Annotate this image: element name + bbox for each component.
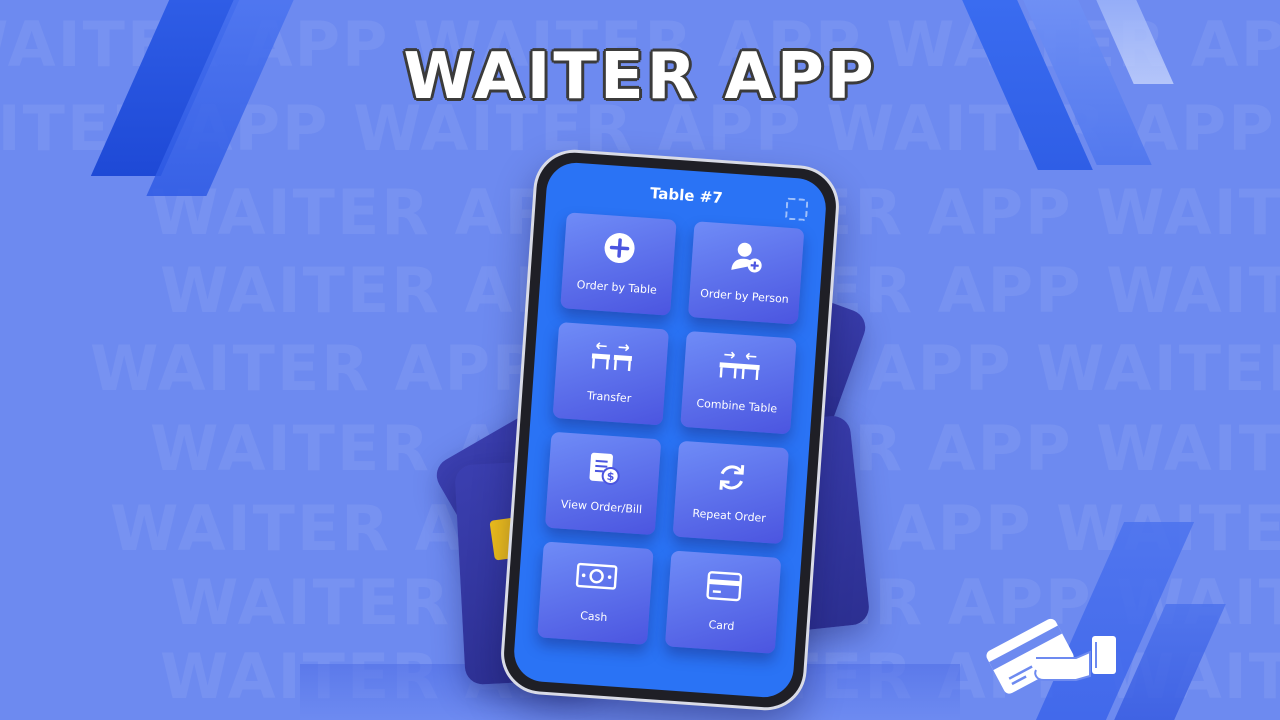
combine-table-button[interactable]: Combine Table (680, 330, 797, 435)
tile-label: Combine Table (696, 396, 778, 416)
tile-label: Repeat Order (692, 506, 767, 525)
view-order-bill-button[interactable]: $ View Order/Bill (544, 431, 662, 536)
tile-label: Card (708, 618, 735, 633)
bill-icon: $ (548, 448, 660, 490)
tile-label: Cash (579, 609, 608, 625)
tile-label: View Order/Bill (560, 497, 643, 517)
phone-screen: Table #7 Order by Table Order by Person (512, 160, 828, 700)
transfer-button[interactable]: Transfer (552, 322, 669, 426)
action-grid: Order by Table Order by Person Transfer … (537, 212, 805, 654)
repeat-order-button[interactable]: Repeat Order (672, 440, 790, 545)
svg-text:$: $ (606, 470, 615, 484)
tile-label: Order by Person (699, 286, 790, 306)
card-button[interactable]: Card (664, 550, 782, 654)
cash-button[interactable]: Cash (537, 541, 654, 645)
credit-card-icon (668, 566, 780, 606)
refresh-icon (676, 457, 788, 499)
phone-mockup: Table #7 Order by Table Order by Person (501, 150, 839, 710)
page-title: WAITER APP (403, 40, 877, 114)
screen-title: Table #7 (649, 184, 724, 208)
tile-label: Transfer (586, 389, 632, 406)
plus-circle-icon (564, 228, 676, 268)
add-person-icon (691, 237, 803, 277)
combine-tables-icon (684, 347, 796, 385)
card-payment-icon (984, 608, 1124, 698)
order-by-person-button[interactable]: Order by Person (687, 221, 805, 325)
scan-icon[interactable] (784, 197, 809, 222)
cash-icon (541, 557, 653, 595)
transfer-tables-icon (556, 338, 668, 376)
tile-label: Order by Table (576, 278, 658, 297)
order-by-table-button[interactable]: Order by Table (560, 212, 677, 316)
